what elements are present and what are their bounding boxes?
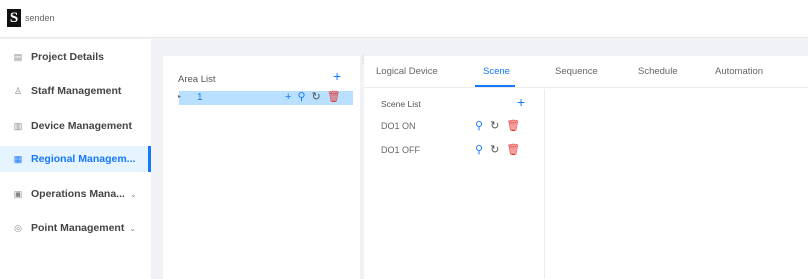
add-area-icon[interactable]: + [333,69,341,83]
chevron-down-icon: ⌄ [129,223,137,233]
area-list-panel: Area List + ▸ 1 + ⚲ ↻ 🗑 [163,56,360,279]
sidebar-item-point-management[interactable]: ◎ Point Management ⌄ [0,215,151,241]
chevron-down-icon: ⌄ [129,189,137,199]
link-icon[interactable]: ⚲ [475,143,483,157]
refresh-icon[interactable]: ↻ [490,119,499,133]
logo: S [7,9,21,27]
sidebar-item-operations-management[interactable]: ▣ Operations Mana... ⌄ [0,181,151,207]
document-icon: ▤ [13,51,23,62]
tab-bar: Logical Device Scene Sequence Schedule A… [364,56,808,88]
main-panel: Logical Device Scene Sequence Schedule A… [364,56,808,279]
scene-name: DO1 ON [381,121,416,131]
sidebar-item-project-details[interactable]: ▤ Project Details [0,44,151,70]
tab-logical-device[interactable]: Logical Device [376,66,438,77]
device-icon: ▥ [13,120,23,131]
sidebar-item-label: Regional Managem... [31,153,136,165]
tab-automation[interactable]: Automation [715,66,763,77]
add-child-icon[interactable]: + [285,90,291,104]
sidebar-item-label: Project Details [31,51,104,63]
scene-row[interactable]: DO1 ON ⚲ ↻ 🗑 [381,119,541,135]
add-scene-icon[interactable]: + [517,95,525,109]
sidebar-item-label: Device Management [31,120,132,132]
user-icon: ♙ [13,85,23,96]
location-icon: ◎ [14,222,22,233]
sidebar-item-regional-management[interactable]: ▦ Regional Managem... [0,146,151,172]
tab-schedule[interactable]: Schedule [638,66,678,77]
sidebar-item-label: Staff Management [31,85,122,97]
top-bar: S senden [0,0,808,38]
scene-actions: ⚲ ↻ 🗑 [475,119,520,133]
sidebar: ▤ Project Details ♙ Staff Management ▥ D… [0,39,151,279]
scene-actions: ⚲ ↻ 🗑 [475,143,520,157]
scene-list-title: Scene List [381,99,421,109]
delete-icon[interactable]: 🗑 [327,90,341,104]
link-icon[interactable]: ⚲ [475,119,483,133]
link-icon[interactable]: ⚲ [297,90,305,104]
calendar-icon: ▣ [13,188,23,199]
delete-icon[interactable]: 🗑 [506,143,520,157]
grid-icon: ▦ [13,153,23,164]
sidebar-item-label: Point Management [31,222,125,234]
area-list-title: Area List [178,74,216,85]
refresh-icon[interactable]: ↻ [490,143,499,157]
tree-node-1[interactable]: ▸ 1 + ⚲ ↻ 🗑 [178,90,353,105]
sidebar-item-staff-management[interactable]: ♙ Staff Management [0,78,151,104]
brand-name: senden [25,13,55,23]
refresh-icon[interactable]: ↻ [312,90,321,104]
scene-row[interactable]: DO1 OFF ⚲ ↻ 🗑 [381,143,541,159]
active-tab-indicator [475,85,515,87]
scene-name: DO1 OFF [381,145,421,155]
tree-node-label[interactable]: 1 [197,92,203,103]
caret-right-icon[interactable]: ▸ [178,93,181,100]
tab-sequence[interactable]: Sequence [555,66,598,77]
tree-node-actions: + ⚲ ↻ 🗑 [285,90,341,104]
delete-icon[interactable]: 🗑 [506,119,520,133]
tab-scene[interactable]: Scene [483,66,510,77]
sidebar-item-device-management[interactable]: ▥ Device Management [0,113,151,139]
scene-list-panel: Scene List + DO1 ON ⚲ ↻ 🗑 DO1 OFF ⚲ ↻ 🗑 [364,89,545,279]
sidebar-item-label: Operations Mana... [31,188,125,200]
